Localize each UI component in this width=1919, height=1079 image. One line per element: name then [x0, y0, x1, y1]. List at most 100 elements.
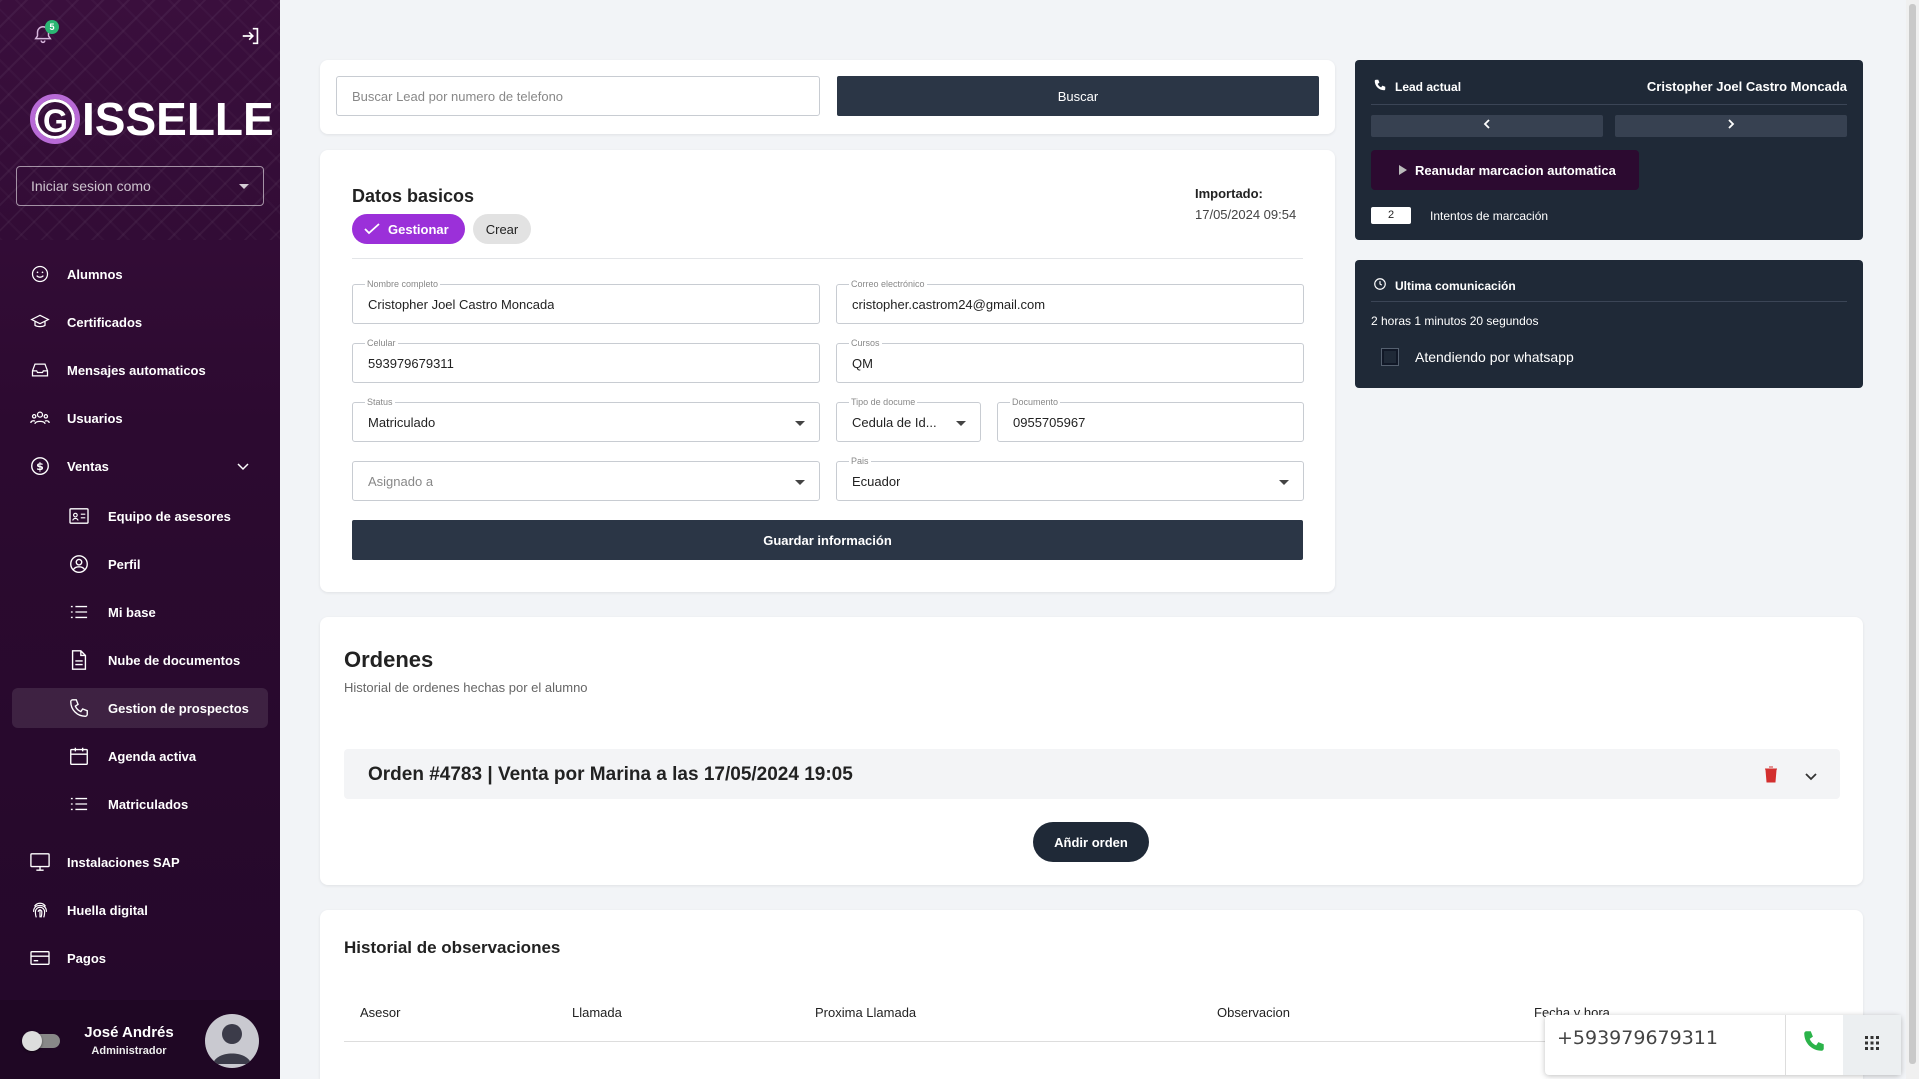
tipo-documento-select[interactable]: Tipo de docume Cedula de Id...	[836, 397, 981, 442]
dialer-number[interactable]: +593979679311	[1557, 1027, 1718, 1049]
dollar-icon: $	[29, 455, 51, 477]
smile-icon	[29, 263, 51, 285]
pais-label: Pais	[849, 456, 871, 466]
gestionar-chip[interactable]: Gestionar	[352, 214, 465, 244]
ultima-duration: 2 horas 1 minutos 20 segundos	[1371, 314, 1539, 328]
sidebar-item-label: Instalaciones SAP	[67, 854, 180, 870]
celular-label: Celular	[365, 338, 398, 348]
search-input[interactable]: Buscar Lead por numero de telefono	[336, 76, 820, 116]
user-circle-icon	[68, 553, 90, 575]
sidebar-item-ventas[interactable]: $ Ventas	[0, 446, 280, 486]
cursos-field[interactable]: Cursos QM	[836, 338, 1304, 383]
pais-value: Ecuador	[852, 474, 901, 489]
cursos-label: Cursos	[849, 338, 882, 348]
avatar[interactable]	[205, 1014, 259, 1068]
ordenes-subtitle: Historial de ordenes hechas por el alumn…	[344, 680, 588, 695]
session-select[interactable]: Iniciar sesion como	[16, 166, 264, 206]
datos-basicos-title: Datos basicos	[352, 186, 475, 206]
chevron-down-icon[interactable]	[1804, 769, 1818, 787]
chevron-left-icon	[1482, 117, 1492, 135]
sidebar-item-label: Huella digital	[67, 902, 148, 918]
sidebar-item-perfil[interactable]: Perfil	[0, 544, 280, 584]
ordenes-card: Ordenes Historial de ordenes hechas por …	[320, 617, 1863, 885]
sidebar-item-huella-digital[interactable]: Huella digital	[0, 890, 280, 930]
search-button[interactable]: Buscar	[837, 76, 1319, 116]
phone-call-icon	[1801, 1028, 1827, 1059]
sidebar-item-label: Usuarios	[67, 410, 123, 426]
sidebar-item-gestion-prospectos[interactable]: Gestion de prospectos	[12, 688, 268, 728]
imported-label: Importado:	[1195, 186, 1263, 201]
sidebar-item-instalaciones-sap[interactable]: Instalaciones SAP	[0, 842, 280, 882]
sidebar-item-label: Certificados	[67, 314, 143, 330]
theme-toggle[interactable]	[22, 1031, 60, 1051]
sidebar-item-matriculados[interactable]: Matriculados	[0, 784, 280, 824]
resume-autodial-label: Reanudar marcacion automatica	[1415, 162, 1616, 178]
sidebar-item-label: Perfil	[108, 556, 141, 572]
graduation-cap-icon	[29, 311, 51, 333]
whatsapp-checkbox[interactable]	[1382, 349, 1398, 365]
chevron-right-icon	[1726, 117, 1736, 135]
sidebar-item-certificados[interactable]: Certificados	[0, 302, 280, 342]
divider	[352, 258, 1303, 259]
sidebar-item-usuarios[interactable]: Usuarios	[0, 398, 280, 438]
pais-select[interactable]: Pais Ecuador	[836, 456, 1304, 501]
order-accordion[interactable]: Orden #4783 | Venta por Marina a las 17/…	[344, 749, 1840, 799]
sidebar-item-label: Ventas	[67, 458, 109, 474]
document-icon	[68, 649, 90, 671]
list-icon	[68, 793, 90, 815]
asignado-select[interactable]: Asignado a	[352, 461, 820, 501]
check-icon	[364, 223, 380, 235]
resume-autodial-button[interactable]: Reanudar marcacion automatica	[1371, 150, 1639, 190]
guardar-button[interactable]: Guardar información	[352, 520, 1303, 560]
documento-value: 0955705967	[1013, 415, 1086, 430]
sidebar-item-pagos[interactable]: Pagos	[0, 938, 280, 978]
scrollbar-thumb[interactable]	[1909, 4, 1916, 1064]
lead-name: Cristopher Joel Castro Moncada	[1646, 79, 1847, 94]
chevron-down-icon	[1279, 480, 1289, 485]
call-button[interactable]	[1787, 1015, 1841, 1071]
chevron-down-icon	[795, 480, 805, 485]
sidebar-item-equipo-asesores[interactable]: Equipo de asesores	[0, 496, 280, 536]
sidebar-item-mi-base[interactable]: Mi base	[0, 592, 280, 632]
page-scrollbar[interactable]	[1906, 0, 1919, 1079]
user-block: José Andrés Administrador	[0, 1000, 280, 1079]
previous-lead-button[interactable]	[1371, 115, 1603, 137]
trash-icon[interactable]	[1764, 766, 1778, 788]
divider	[1785, 1015, 1786, 1075]
sidebar-item-label: Gestion de prospectos	[108, 700, 249, 716]
dialpad-icon	[1863, 1034, 1881, 1057]
celular-field[interactable]: Celular 593979679311	[352, 338, 820, 383]
next-lead-button[interactable]	[1615, 115, 1847, 137]
crear-chip[interactable]: Crear	[473, 214, 531, 244]
ultima-title: Ultima comunicación	[1395, 279, 1516, 293]
divider	[1371, 104, 1847, 105]
nombre-field[interactable]: Nombre completo Cristopher Joel Castro M…	[352, 279, 820, 324]
datos-basicos-card: Datos basicos Gestionar Crear Importado:…	[320, 150, 1335, 592]
attempts-input[interactable]: 2	[1371, 207, 1411, 224]
logout-icon[interactable]	[240, 25, 262, 47]
clock-icon	[1373, 277, 1387, 296]
sidebar-item-label: Mensajes automaticos	[67, 362, 206, 378]
sidebar-item-mensajes[interactable]: Mensajes automaticos	[0, 350, 280, 390]
status-value: Matriculado	[368, 415, 436, 430]
imported-value: 17/05/2024 09:54	[1195, 207, 1297, 222]
users-icon	[29, 407, 51, 429]
sidebar-item-label: Pagos	[67, 950, 107, 966]
sidebar-item-alumnos[interactable]: Alumnos	[0, 254, 280, 294]
documento-field[interactable]: Documento 0955705967	[997, 397, 1304, 442]
dialpad-button[interactable]	[1843, 1015, 1901, 1075]
status-select[interactable]: Status Matriculado	[352, 397, 820, 442]
user-role: Administrador	[91, 1045, 167, 1057]
correo-field[interactable]: Correo electrónico cristopher.castrom24@…	[836, 279, 1304, 324]
attempts-label: Intentos de marcación	[1430, 209, 1549, 223]
chevron-down-icon	[956, 421, 966, 426]
documento-label: Documento	[1010, 397, 1061, 407]
monitor-icon	[29, 851, 51, 873]
ordenes-title: Ordenes	[344, 647, 434, 672]
sidebar-item-label: Alumnos	[67, 266, 123, 282]
sidebar-item-agenda-activa[interactable]: Agenda activa	[0, 736, 280, 776]
svg-text:$: $	[36, 460, 44, 473]
sidebar-item-nube-documentos[interactable]: Nube de documentos	[0, 640, 280, 680]
credit-card-icon	[29, 947, 51, 969]
add-order-button[interactable]: Añdir orden	[1033, 822, 1149, 862]
